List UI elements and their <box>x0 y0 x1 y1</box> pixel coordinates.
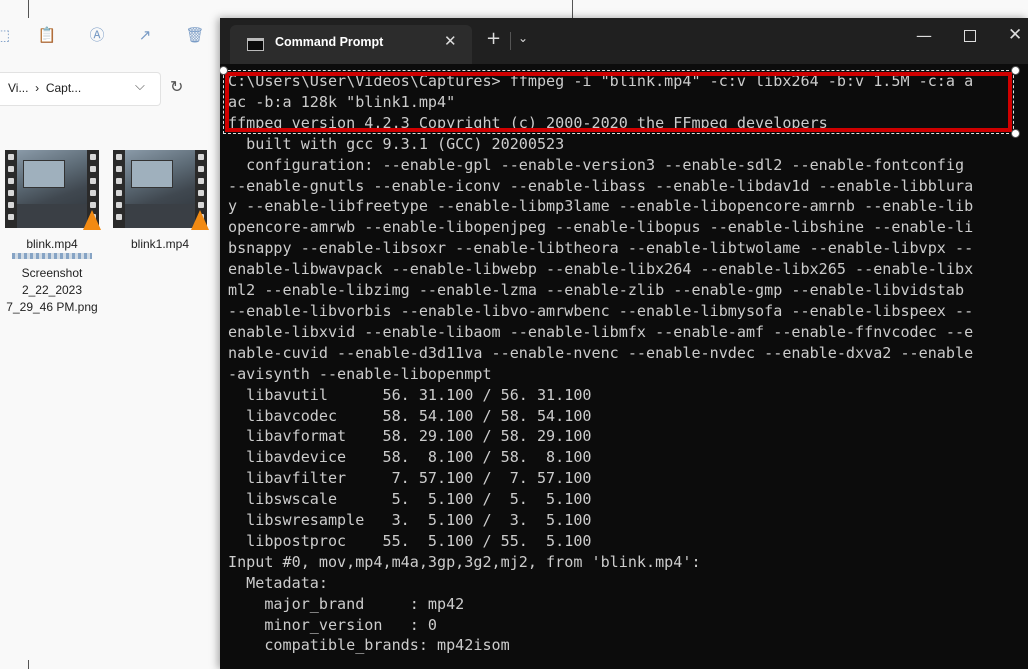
console-line: libavfilter 7. 57.100 / 7. 57.100 <box>228 469 592 488</box>
copy-icon[interactable]: ⬚ <box>0 24 14 46</box>
video-frame <box>17 150 87 228</box>
console-line: opencore-amrwb --enable-libopenjpeg --en… <box>228 218 974 237</box>
video-frame <box>125 150 195 228</box>
console-line: Input #0, mov,mp4,m4a,3gp,3g2,mj2, from … <box>228 552 701 571</box>
breadcrumb-path: Vi... › Capt... <box>8 81 81 95</box>
filmstrip-left <box>113 150 125 228</box>
breadcrumb-item-captures[interactable]: Capt... <box>46 81 81 95</box>
console-line: libavutil 56. 31.100 / 56. 31.100 <box>228 385 592 404</box>
refresh-icon[interactable]: ↻ <box>170 77 183 96</box>
window-border-line <box>572 0 573 18</box>
video-thumbnail <box>113 150 209 230</box>
paste-icon[interactable]: 📋 <box>36 24 58 46</box>
filmstrip-left <box>5 150 17 228</box>
resize-handle[interactable] <box>1011 66 1020 75</box>
maximize-button[interactable] <box>964 30 976 42</box>
address-bar: Vi... › Capt... ⌵ ↻ <box>0 72 220 106</box>
terminal-tab-bar[interactable]: Command Prompt ✕ + ⌄ — ✕ <box>220 18 1028 64</box>
vlc-cone-icon <box>191 210 209 230</box>
file-name: blink.mp4 <box>26 237 78 251</box>
file-name: Screenshot 2_22_2023 7_29_46 PM.png <box>4 265 100 316</box>
file-name-line: 2_22_2023 <box>21 283 83 297</box>
console-line: libavformat 58. 29.100 / 58. 29.100 <box>228 427 592 446</box>
console-line: y --enable-libfreetype --enable-libmp3la… <box>228 197 974 216</box>
window-border-line <box>28 660 29 669</box>
file-name: blink1.mp4 <box>130 237 190 251</box>
image-thumbnail <box>12 253 92 259</box>
console-line: nable-cuvid --enable-d3d11va --enable-nv… <box>228 343 974 362</box>
resize-handle[interactable] <box>1011 129 1020 138</box>
tab-command-prompt[interactable]: Command Prompt ✕ <box>230 25 472 64</box>
vlc-cone-icon <box>83 210 101 230</box>
tab-title: Command Prompt <box>275 35 384 49</box>
chevron-right-icon: › <box>35 81 40 95</box>
console-line: --enable-libvorbis --enable-libvo-amrwbe… <box>228 301 974 320</box>
console-line: libavcodec 58. 54.100 / 58. 54.100 <box>228 406 592 425</box>
console-output-area[interactable]: C:\Users\User\Videos\Captures> ffmpeg -i… <box>220 64 1028 669</box>
console-line: enable-libwavpack --enable-libwebp --ena… <box>228 260 974 279</box>
breadcrumb-item-videos[interactable]: Vi... <box>8 81 28 95</box>
explorer-toolbar: ⬚ 📋 Ⓐ ↗ 🗑 <box>0 18 220 54</box>
console-line: Metadata: <box>228 573 328 592</box>
file-name-line: 7_29_46 PM.png <box>6 300 98 314</box>
window-border-line <box>28 0 29 18</box>
file-item-blink-mp4[interactable]: blink.mp4 <box>4 150 101 253</box>
delete-icon[interactable]: 🗑 <box>184 24 206 46</box>
console-line: libswscale 5. 5.100 / 5. 5.100 <box>228 490 592 509</box>
file-name-line: Screenshot <box>21 266 83 280</box>
console-line: libswresample 3. 5.100 / 3. 5.100 <box>228 511 592 530</box>
chevron-down-icon[interactable]: ⌄ <box>518 31 528 45</box>
minimize-button[interactable]: — <box>916 26 932 45</box>
highlight-annotation-box <box>225 72 1012 132</box>
rename-icon[interactable]: Ⓐ <box>86 24 108 46</box>
new-tab-button[interactable]: + <box>486 28 501 49</box>
console-line: bsnappy --enable-libsoxr --enable-libthe… <box>228 239 974 258</box>
console-line: built with gcc 9.3.1 (GCC) 20200523 <box>228 134 565 153</box>
share-icon[interactable]: ↗ <box>134 24 156 46</box>
file-item-blink1-mp4[interactable]: blink1.mp4 <box>112 150 209 253</box>
chevron-down-icon[interactable]: ⌵ <box>135 79 145 94</box>
console-line: minor_version : 0 <box>228 615 438 634</box>
video-thumbnail <box>5 150 101 230</box>
file-item-screenshot-png[interactable]: Screenshot 2_22_2023 7_29_46 PM.png <box>4 253 100 316</box>
console-line: compatible_brands: mp42isom <box>228 636 510 655</box>
close-tab-icon[interactable]: ✕ <box>444 32 457 50</box>
breadcrumb[interactable]: Vi... › Capt... ⌵ <box>0 72 161 106</box>
console-line: configuration: --enable-gpl --enable-ver… <box>228 155 965 174</box>
console-line: major_brand : mp42 <box>228 594 465 613</box>
console-line: -avisynth --enable-libopenmpt <box>228 364 492 383</box>
terminal-icon <box>247 38 264 51</box>
console-line: libavdevice 58. 8.100 / 58. 8.100 <box>228 448 592 467</box>
file-list: blink.mp4 blink1.mp4 Screenshot 2_22_202… <box>0 145 220 345</box>
tab-divider <box>510 32 511 50</box>
terminal-window: Command Prompt ✕ + ⌄ — ✕ C:\Users\User\V… <box>220 18 1028 669</box>
console-line: enable-libxvid --enable-libaom --enable-… <box>228 322 974 341</box>
console-line: libpostproc 55. 5.100 / 55. 5.100 <box>228 531 592 550</box>
console-line: --enable-gnutls --enable-iconv --enable-… <box>228 176 974 195</box>
console-text[interactable]: C:\Users\User\Videos\Captures> ffmpeg -i… <box>228 71 973 656</box>
close-window-button[interactable]: ✕ <box>1008 25 1022 45</box>
console-line: ml2 --enable-libzimg --enable-lzma --ena… <box>228 281 965 300</box>
